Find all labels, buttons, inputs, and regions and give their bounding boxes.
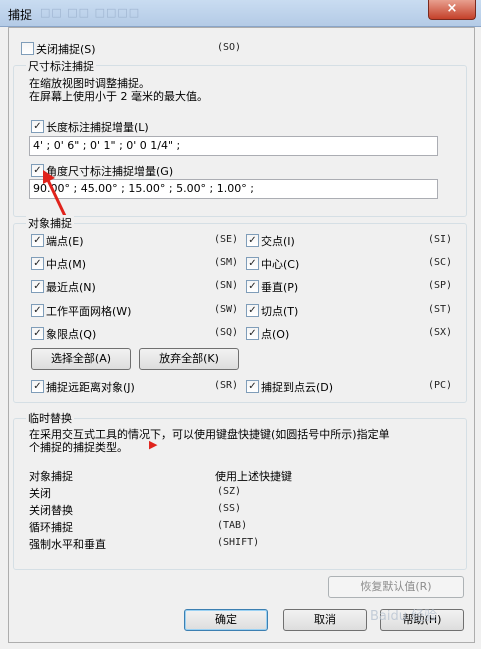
window-title: 捕捉 bbox=[8, 8, 33, 22]
snap-intersection-code: (SI) bbox=[428, 234, 453, 245]
snap-endpoint-label: 端点(E) bbox=[46, 235, 84, 248]
override-row-name: 强制水平和垂直 bbox=[29, 538, 106, 551]
dimension-desc-2: 在屏幕上使用小于 2 毫米的最大值。 bbox=[29, 90, 208, 103]
snap-remote-code: (SR) bbox=[214, 380, 239, 391]
close-snap-label: 关闭捕捉(S) bbox=[36, 43, 96, 56]
angle-snap-input[interactable]: 90.00° ; 45.00° ; 15.00° ; 5.00° ; 1.00°… bbox=[29, 179, 438, 199]
override-row-name: 关闭 bbox=[29, 487, 51, 500]
cancel-button[interactable]: 取消 bbox=[283, 609, 367, 631]
length-snap-checkbox[interactable]: ✓ bbox=[31, 120, 44, 133]
temp-override-title: 临时替换 bbox=[26, 410, 74, 426]
restore-defaults-button[interactable]: 恢复默认值(R) bbox=[328, 576, 464, 598]
snap-perpendicular-checkbox[interactable]: ✓ bbox=[246, 280, 259, 293]
snap-tangent-label: 切点(T) bbox=[261, 305, 299, 318]
ok-button[interactable]: 确定 bbox=[184, 609, 268, 631]
watermark: Baidu 经验 bbox=[370, 609, 438, 624]
snap-center-code: (SC) bbox=[428, 257, 453, 268]
snap-remote-label: 捕捉远距离对象(J) bbox=[46, 381, 135, 394]
clear-all-button[interactable]: 放弃全部(K) bbox=[139, 348, 239, 370]
snap-nearest-code: (SN) bbox=[214, 280, 239, 291]
override-row-name: 循环捕捉 bbox=[29, 521, 73, 534]
snap-tangent-code: (ST) bbox=[428, 304, 453, 315]
snap-endpoint-code: (SE) bbox=[214, 234, 239, 245]
close-button[interactable]: × bbox=[428, 0, 476, 20]
snap-point-cloud-label: 捕捉到点云(D) bbox=[261, 381, 334, 394]
snap-workplane-grid-label: 工作平面网格(W) bbox=[46, 305, 132, 318]
override-row-code: (SHIFT) bbox=[217, 537, 260, 548]
snap-intersection-checkbox[interactable]: ✓ bbox=[246, 234, 259, 247]
background-tabs: □□ □□ □□□□ bbox=[40, 6, 141, 19]
snap-point-cloud-code: (PC) bbox=[428, 380, 453, 391]
snap-midpoint-checkbox[interactable]: ✓ bbox=[31, 257, 44, 270]
annotation-arrow-icon bbox=[43, 170, 67, 217]
override-row-name: 关闭替换 bbox=[29, 504, 73, 517]
snap-intersection-label: 交点(I) bbox=[261, 235, 295, 248]
override-col-header-1: 对象捕捉 bbox=[29, 470, 73, 483]
snap-point-checkbox[interactable]: ✓ bbox=[246, 327, 259, 340]
snap-workplane-grid-checkbox[interactable]: ✓ bbox=[31, 304, 44, 317]
override-row-code: (TAB) bbox=[217, 520, 248, 531]
select-all-button[interactable]: 选择全部(A) bbox=[31, 348, 131, 370]
temp-override-desc-2: 个捕捉的捕捉类型。 bbox=[29, 441, 128, 454]
snap-nearest-checkbox[interactable]: ✓ bbox=[31, 280, 44, 293]
snap-dialog: 关闭捕捉(S) (SO) 尺寸标注捕捉 在缩放视图时调整捕捉。 在屏幕上使用小于… bbox=[8, 27, 475, 643]
snap-nearest-label: 最近点(N) bbox=[46, 281, 96, 294]
snap-center-checkbox[interactable]: ✓ bbox=[246, 257, 259, 270]
override-row-code: (SS) bbox=[217, 503, 242, 514]
snap-midpoint-code: (SM) bbox=[214, 257, 239, 268]
title-bar: 捕捉 □□ □□ □□□□ × bbox=[0, 0, 481, 27]
length-snap-label: 长度标注捕捉增量(L) bbox=[46, 121, 149, 134]
snap-point-label: 点(O) bbox=[261, 328, 290, 341]
snap-point-code: (SX) bbox=[428, 327, 453, 338]
snap-midpoint-label: 中点(M) bbox=[46, 258, 87, 271]
object-snap-title: 对象捕捉 bbox=[26, 215, 74, 231]
override-row-code: (SZ) bbox=[217, 486, 242, 497]
snap-endpoint-checkbox[interactable]: ✓ bbox=[31, 234, 44, 247]
snap-workplane-grid-code: (SW) bbox=[214, 304, 239, 315]
snap-center-label: 中心(C) bbox=[261, 258, 300, 271]
length-snap-input[interactable]: 4' ; 0' 6" ; 0' 1" ; 0' 0 1/4" ; bbox=[29, 136, 438, 156]
snap-tangent-checkbox[interactable]: ✓ bbox=[246, 304, 259, 317]
snap-perpendicular-code: (SP) bbox=[428, 280, 453, 291]
snap-remote-checkbox[interactable]: ✓ bbox=[31, 380, 44, 393]
override-col-header-2: 使用上述快捷键 bbox=[215, 470, 292, 483]
dimension-snap-title: 尺寸标注捕捉 bbox=[26, 58, 96, 74]
annotation-pointer-icon: ▶ bbox=[149, 438, 158, 451]
snap-quadrant-label: 象限点(Q) bbox=[46, 328, 97, 341]
snap-quadrant-code: (SQ) bbox=[214, 327, 239, 338]
close-snap-code: (SO) bbox=[217, 42, 242, 53]
snap-point-cloud-checkbox[interactable]: ✓ bbox=[246, 380, 259, 393]
close-snap-checkbox[interactable] bbox=[21, 42, 34, 55]
snap-quadrant-checkbox[interactable]: ✓ bbox=[31, 327, 44, 340]
snap-perpendicular-label: 垂直(P) bbox=[261, 281, 299, 294]
